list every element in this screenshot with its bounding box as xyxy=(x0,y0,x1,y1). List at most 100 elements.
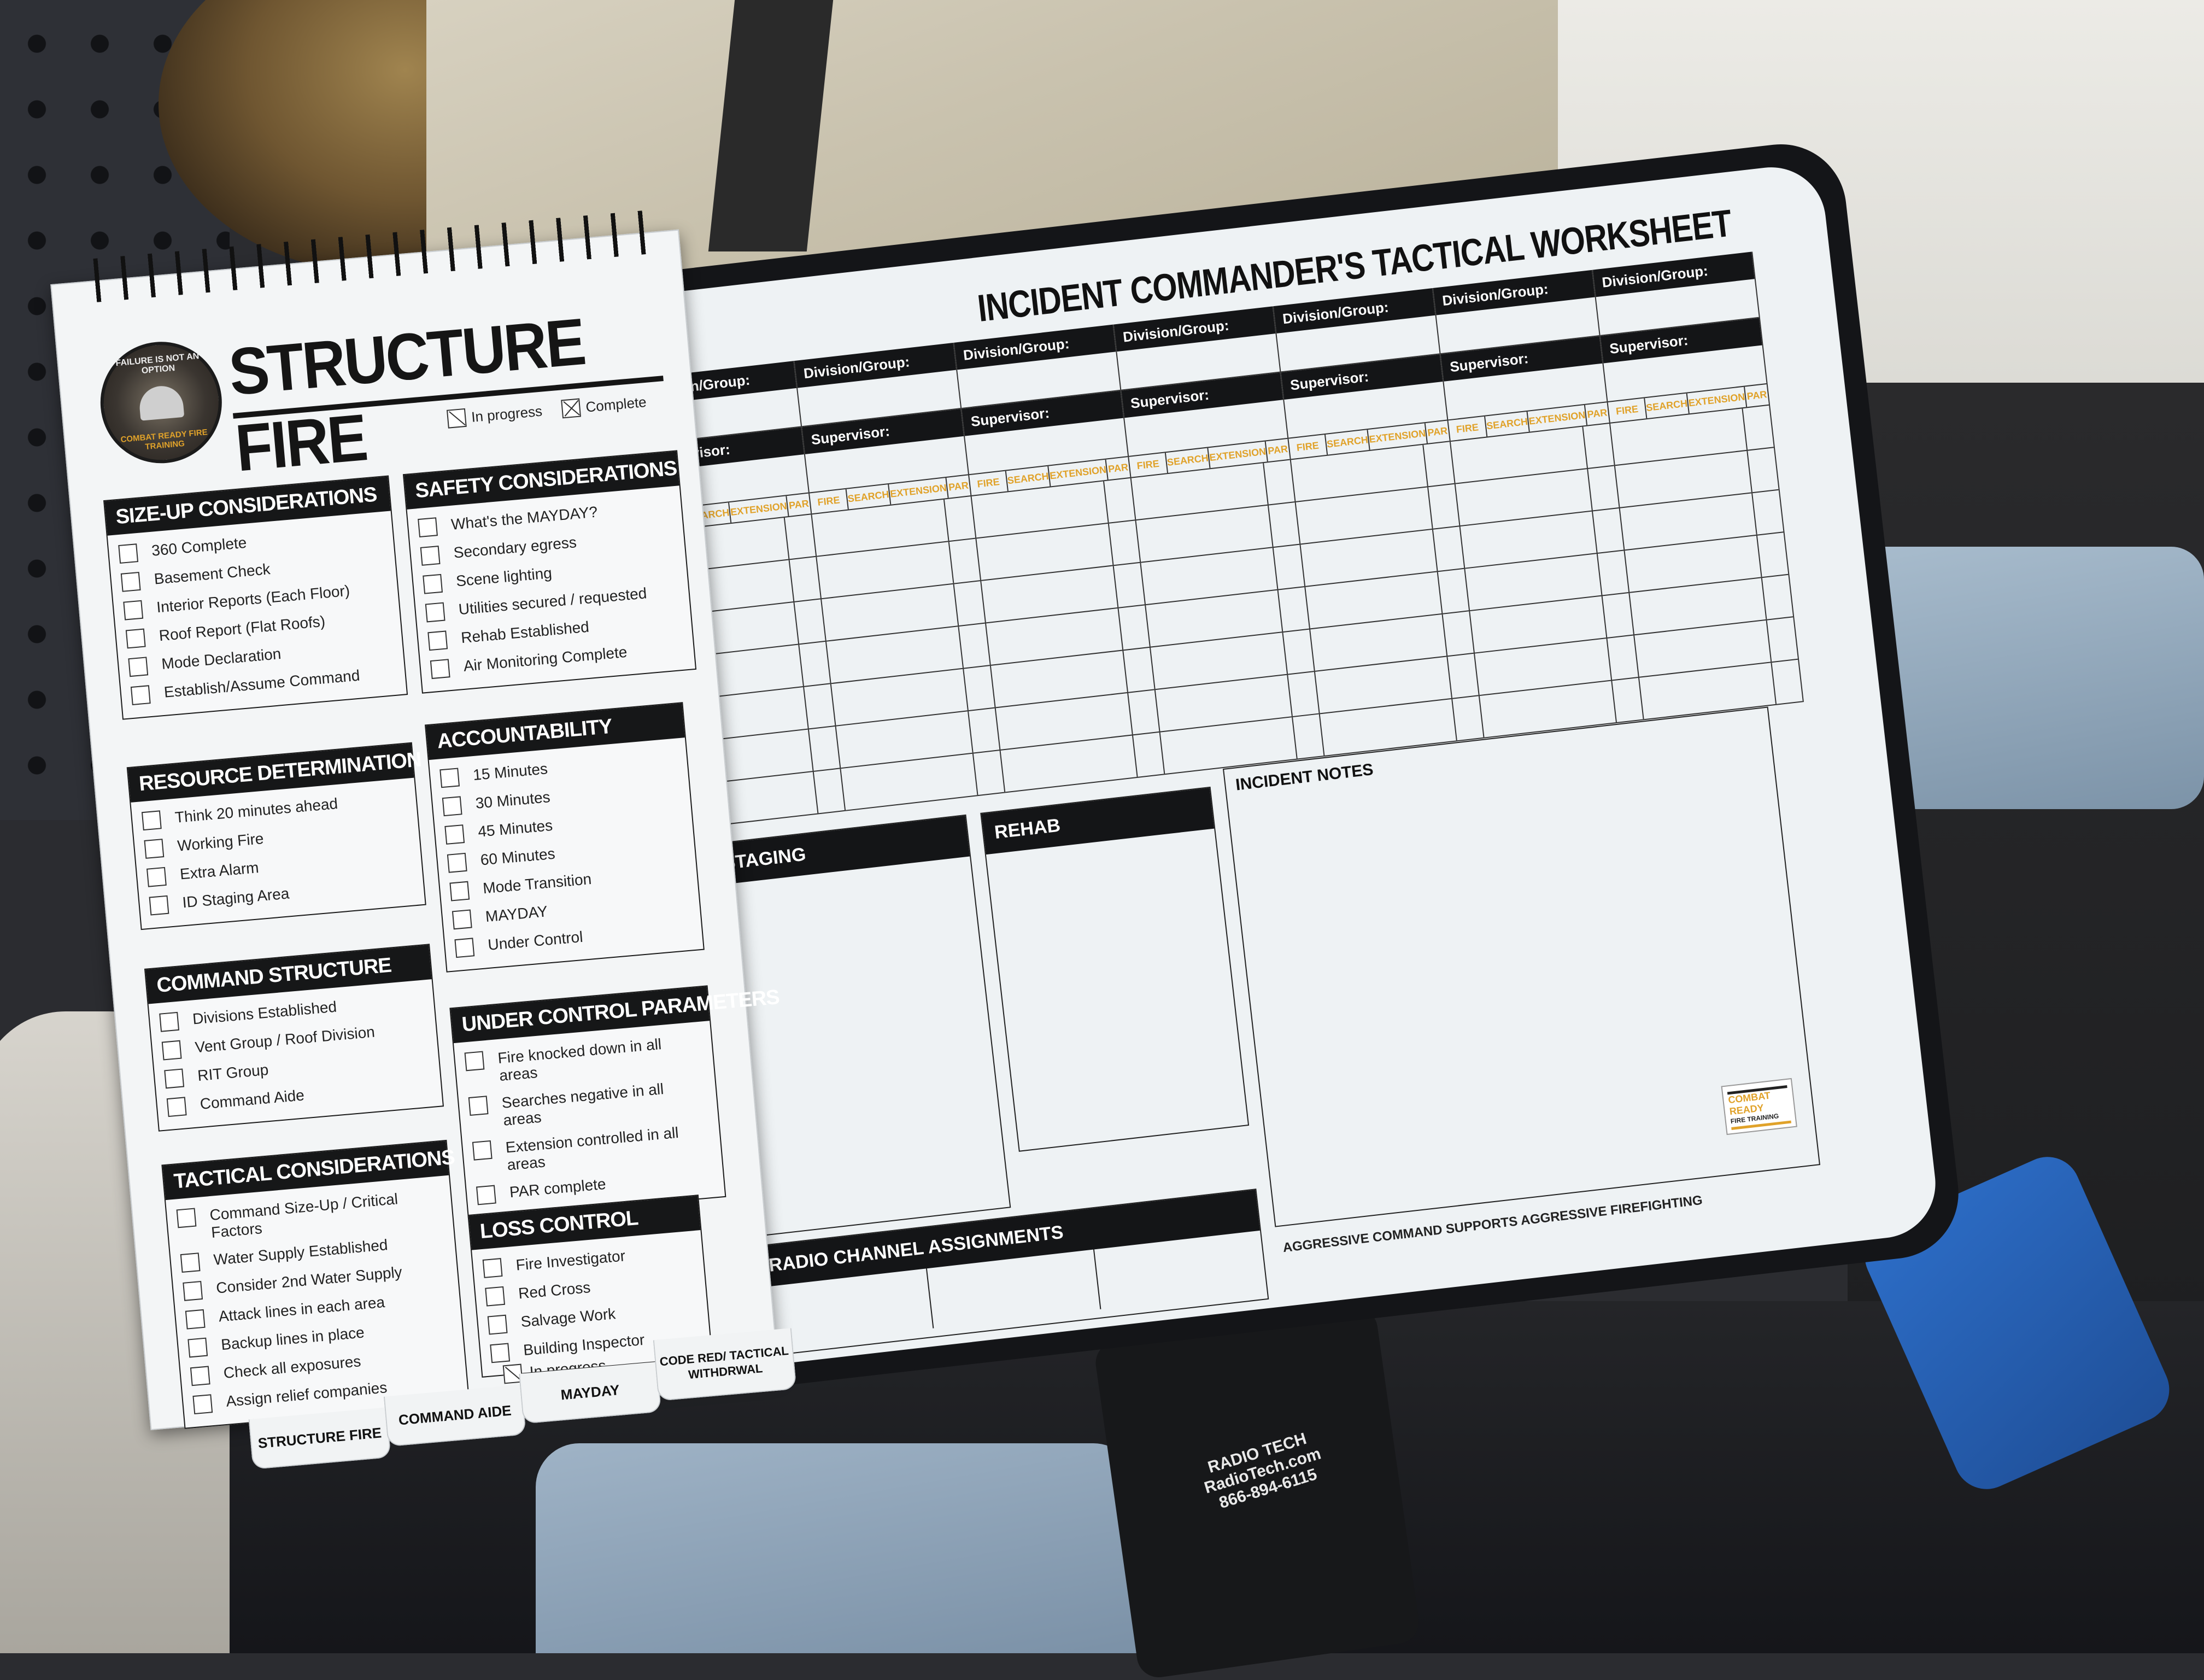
checklist-item-label: Working Fire xyxy=(177,830,265,854)
par-cell[interactable] xyxy=(1288,672,1319,716)
checkbox[interactable] xyxy=(183,1281,203,1301)
checkbox[interactable] xyxy=(447,852,467,873)
tab-structure-fire[interactable]: STRUCTURE FIRE xyxy=(248,1407,391,1470)
checklist-item-label: 60 Minutes xyxy=(479,845,556,869)
rehab-panel[interactable]: REHAB xyxy=(980,786,1250,1152)
checkbox[interactable] xyxy=(180,1252,201,1273)
checkbox[interactable] xyxy=(490,1343,511,1363)
par-cell[interactable] xyxy=(1269,502,1300,547)
checkbox[interactable] xyxy=(425,602,446,623)
checkbox[interactable] xyxy=(485,1286,506,1307)
incident-notes-panel[interactable]: INCIDENT NOTES xyxy=(1222,706,1821,1227)
par-cell[interactable] xyxy=(1123,648,1154,692)
checkbox[interactable] xyxy=(159,1011,180,1032)
par-cell[interactable] xyxy=(949,539,980,583)
checkbox[interactable] xyxy=(444,824,465,845)
checkbox[interactable] xyxy=(452,909,472,930)
par-cell[interactable] xyxy=(1767,617,1798,662)
checkbox[interactable] xyxy=(128,657,149,677)
par-cell[interactable] xyxy=(1118,605,1150,649)
par-cell[interactable] xyxy=(809,727,840,771)
checklist-item-label: Rehab Established xyxy=(460,618,590,647)
checkbox[interactable] xyxy=(449,881,470,902)
checkbox[interactable] xyxy=(430,659,450,680)
par-cell[interactable] xyxy=(1433,526,1464,571)
par-cell[interactable] xyxy=(959,624,990,668)
par-cell[interactable] xyxy=(1428,484,1459,529)
par-cell[interactable] xyxy=(945,496,976,541)
par-cell[interactable] xyxy=(1278,587,1309,631)
par-cell[interactable] xyxy=(964,666,995,710)
checkbox[interactable] xyxy=(123,600,144,621)
checkbox[interactable] xyxy=(120,571,141,592)
checkbox[interactable] xyxy=(476,1185,496,1205)
checkbox[interactable] xyxy=(439,768,460,788)
par-cell[interactable] xyxy=(794,599,825,643)
checkbox[interactable] xyxy=(187,1337,208,1358)
checkbox[interactable] xyxy=(442,796,462,817)
par-cell[interactable] xyxy=(784,514,816,559)
checkbox[interactable] xyxy=(420,546,441,566)
par-cell[interactable] xyxy=(1743,406,1774,450)
par-cell[interactable] xyxy=(1109,520,1140,565)
worksheet-surface[interactable]: INCIDENT COMMANDER'S TACTICAL WORKSHEET … xyxy=(591,161,1942,1372)
checkbox[interactable] xyxy=(427,630,448,651)
checkbox[interactable] xyxy=(149,895,169,916)
checkbox[interactable] xyxy=(125,628,146,649)
par-cell[interactable] xyxy=(1128,690,1159,734)
checkbox[interactable] xyxy=(176,1208,197,1228)
par-cell[interactable] xyxy=(1104,478,1135,523)
checkbox[interactable] xyxy=(423,573,443,594)
par-cell[interactable] xyxy=(1283,630,1314,674)
checkbox[interactable] xyxy=(161,1040,182,1061)
par-cell[interactable] xyxy=(1423,442,1455,486)
par-cell[interactable] xyxy=(1438,569,1469,613)
par-cell[interactable] xyxy=(1273,545,1304,589)
structure-fire-flipbook: FAILURE IS NOT AN OPTION COMBAT READY FI… xyxy=(50,208,797,1472)
checkbox[interactable] xyxy=(164,1068,185,1089)
checkbox[interactable] xyxy=(118,543,139,564)
par-cell[interactable] xyxy=(789,557,820,601)
par-cell[interactable] xyxy=(1133,733,1164,777)
checkbox[interactable] xyxy=(482,1258,503,1278)
checkbox[interactable] xyxy=(141,810,162,831)
checkbox[interactable] xyxy=(144,839,165,859)
tab-code-red-tactical-withdrawal[interactable]: CODE RED/ TACTICAL WITHDRWAL xyxy=(653,1328,797,1401)
par-cell[interactable] xyxy=(1264,460,1295,505)
par-cell[interactable] xyxy=(1588,466,1619,511)
par-cell[interactable] xyxy=(954,581,985,625)
par-cell[interactable] xyxy=(1452,696,1484,740)
par-cell[interactable] xyxy=(799,642,830,686)
checkbox[interactable] xyxy=(418,517,438,538)
par-cell[interactable] xyxy=(1752,490,1784,535)
par-cell[interactable] xyxy=(1607,635,1638,680)
checkbox[interactable] xyxy=(146,867,167,887)
par-cell[interactable] xyxy=(1762,575,1793,619)
par-cell[interactable] xyxy=(1447,654,1479,698)
par-cell[interactable] xyxy=(1593,508,1624,553)
par-cell[interactable] xyxy=(1583,424,1614,468)
checkbox[interactable] xyxy=(454,938,475,958)
par-cell[interactable] xyxy=(1113,563,1145,607)
checkbox[interactable] xyxy=(130,685,151,705)
checkbox[interactable] xyxy=(468,1096,489,1116)
par-cell[interactable] xyxy=(813,769,845,813)
checkbox[interactable] xyxy=(472,1140,493,1161)
par-cell[interactable] xyxy=(974,751,1005,795)
par-cell[interactable] xyxy=(1602,593,1633,637)
checkbox[interactable] xyxy=(190,1366,210,1386)
par-cell[interactable] xyxy=(1612,678,1643,722)
par-cell[interactable] xyxy=(1598,551,1629,595)
checkbox[interactable] xyxy=(185,1309,206,1330)
par-cell[interactable] xyxy=(804,684,835,728)
checkbox[interactable] xyxy=(166,1097,187,1117)
par-cell[interactable] xyxy=(1443,611,1474,655)
par-cell[interactable] xyxy=(1757,532,1789,577)
par-cell[interactable] xyxy=(1748,448,1779,492)
par-cell[interactable] xyxy=(1293,715,1324,759)
checkbox[interactable] xyxy=(464,1051,485,1072)
par-cell[interactable] xyxy=(969,709,1000,753)
checkbox[interactable] xyxy=(487,1314,508,1335)
checkbox[interactable] xyxy=(192,1394,213,1415)
par-cell[interactable] xyxy=(1772,660,1803,704)
